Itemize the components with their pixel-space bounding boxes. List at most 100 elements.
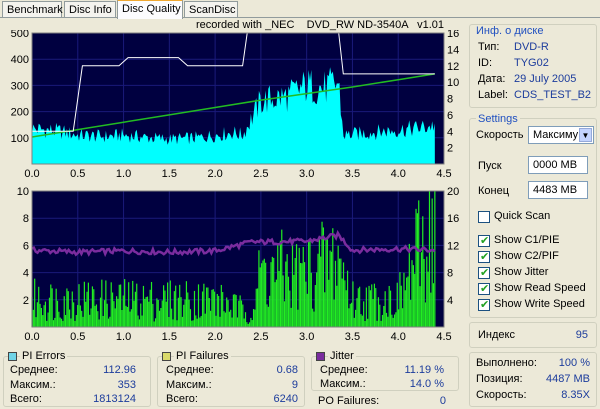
index-panel: Индекс 95: [469, 322, 597, 348]
x-tick-label: 3.0: [299, 331, 314, 343]
disc-info-panel: Инф. о диске Тип: DVD-R ID: TYG02 Дата: …: [469, 24, 597, 108]
start-input[interactable]: 0000 MB: [528, 156, 588, 174]
show-c2-pif-label: Show C2/PIF: [494, 250, 559, 262]
x-tick-label: 2.5: [253, 168, 268, 180]
done-label: Выполнено:: [476, 357, 537, 369]
disc-type-label: Тип:: [478, 41, 500, 53]
disc-id-label: ID:: [478, 57, 493, 69]
disc-date-label: Дата:: [478, 73, 506, 85]
speed-stat-value: 8.35X: [561, 389, 590, 401]
y2-tick-label: 12: [447, 61, 459, 73]
tab-label: Disc Quality: [122, 3, 181, 15]
position-value: 4487 MB: [545, 373, 590, 385]
x-tick-label: 3.5: [345, 168, 360, 180]
pi-errors-max-label: Максим.:: [10, 379, 56, 391]
pi-errors-title: PI Errors: [20, 350, 68, 362]
jitter-avg-label: Среднее:: [320, 364, 368, 376]
jitter-swatch: [316, 352, 325, 361]
y2-tick-label: 2: [447, 143, 453, 155]
y2-tick-label: 6: [447, 110, 453, 122]
pi-failures-avg-label: Среднее:: [166, 364, 214, 376]
speed-select[interactable]: Максиму ▼: [528, 126, 594, 144]
speed-value: Максиму: [533, 129, 579, 141]
settings-title: Settings: [476, 113, 520, 125]
show-c1-pie-checkbox[interactable]: [478, 234, 490, 247]
y2-tick-label: 20: [447, 187, 459, 198]
show-write-speed-checkbox[interactable]: [478, 298, 490, 311]
y-tick-label: 2: [23, 295, 29, 307]
speed-stat-label: Скорость:: [476, 389, 527, 401]
y-tick-label: 300: [11, 80, 29, 92]
x-tick-label: 1.0: [116, 168, 131, 180]
start-label: Пуск: [478, 160, 502, 172]
y2-tick-label: 4: [447, 126, 453, 138]
pi-errors-stats: PI Errors Среднее: 112.96 Максим.: 353 В…: [3, 350, 151, 407]
x-tick-label: 3.5: [345, 331, 360, 343]
disc-label-value: CDS_TEST_B2: [514, 89, 592, 101]
y-tick-label: 200: [11, 107, 29, 119]
show-c1-pie-label: Show C1/PIE: [494, 234, 560, 246]
x-tick-label: 0.5: [70, 168, 85, 180]
show-write-speed-label: Show Write Speed: [494, 298, 585, 310]
disc-id-value: TYG02: [514, 57, 549, 69]
y2-tick-label: 8: [447, 94, 453, 106]
x-tick-label: 2.5: [253, 331, 268, 343]
jitter-title: Jitter: [328, 350, 356, 362]
y2-tick-label: 10: [447, 77, 459, 89]
tab-bar: Benchmark Disc Info Disc Quality ScanDis…: [0, 0, 600, 19]
pi-errors-avg-label: Среднее:: [10, 364, 58, 376]
position-label: Позиция:: [476, 373, 523, 385]
show-jitter-checkbox[interactable]: [478, 266, 490, 279]
tab-label: ScanDisc: [189, 4, 236, 16]
x-tick-label: 4.5: [436, 168, 451, 180]
disc-type-value: DVD-R: [514, 41, 549, 53]
pi-errors-max-value: 353: [117, 379, 136, 391]
pi-errors-total-label: Всего:: [10, 393, 42, 405]
y2-tick-label: 12: [447, 240, 459, 252]
end-label: Конец: [478, 185, 510, 197]
jitter-max-label: Максим.:: [320, 378, 366, 390]
tab-label: Benchmark: [7, 4, 63, 16]
pi-errors-avg-value: 112.96: [103, 364, 136, 376]
x-tick-label: 1.5: [162, 331, 177, 343]
x-tick-label: 4.0: [391, 168, 406, 180]
x-tick-label: 0.5: [70, 331, 85, 343]
x-tick-label: 2.0: [207, 331, 222, 343]
disc-label-label: Label:: [478, 89, 508, 101]
x-tick-label: 1.5: [162, 168, 177, 180]
y2-tick-label: 4: [447, 295, 453, 307]
quick-scan-label: Quick Scan: [494, 210, 551, 222]
jitter-max-value: 14.0 %: [409, 378, 444, 390]
x-tick-label: 3.0: [299, 168, 314, 180]
chevron-down-icon[interactable]: ▼: [579, 128, 592, 142]
pi-failures-title: PI Failures: [174, 350, 231, 362]
pi-failures-avg-value: 0.68: [276, 364, 298, 376]
start-value: 0000 MB: [533, 159, 578, 171]
tab-benchmark[interactable]: Benchmark: [2, 1, 63, 18]
pi-failures-swatch: [162, 352, 171, 361]
end-input[interactable]: 4483 MB: [528, 181, 588, 199]
show-read-speed-checkbox[interactable]: [478, 282, 490, 295]
x-tick-label: 0.0: [24, 331, 39, 343]
show-jitter-label: Show Jitter: [494, 266, 549, 278]
pi-failures-total-value: 6240: [273, 393, 298, 405]
settings-panel: Settings Скорость Максиму ▼ Пуск 0000 MB…: [469, 113, 597, 318]
tab-disc-quality[interactable]: Disc Quality: [117, 0, 183, 19]
show-c2-pif-checkbox[interactable]: [478, 250, 490, 263]
jitter-avg-value: 11.19 %: [404, 364, 444, 376]
y2-tick-label: 8: [447, 268, 453, 280]
y2-tick-label: 16: [447, 213, 459, 225]
y-tick-label: 400: [11, 54, 29, 66]
y-tick-label: 8: [23, 213, 29, 225]
y2-tick-label: 16: [447, 30, 459, 40]
tab-disc-info[interactable]: Disc Info: [64, 1, 116, 18]
disc-info-title: Инф. о диске: [476, 25, 544, 37]
tab-scandisc[interactable]: ScanDisc: [184, 1, 238, 18]
disc-date-value: 29 July 2005: [514, 73, 577, 85]
done-value: 100 %: [558, 357, 590, 369]
pi-failures-jitter-chart: 0.0 0.5 1.0 1.5 2.0 2.5 3.0 3.5 4.0 4.5 2 4 6 8 10 4 8 12…: [17, 187, 460, 343]
end-value: 4483 MB: [533, 184, 578, 196]
quick-scan-checkbox[interactable]: [478, 211, 490, 223]
x-tick-label: 2.0: [207, 168, 222, 180]
po-failures-label: PO Failures:: [318, 395, 380, 407]
